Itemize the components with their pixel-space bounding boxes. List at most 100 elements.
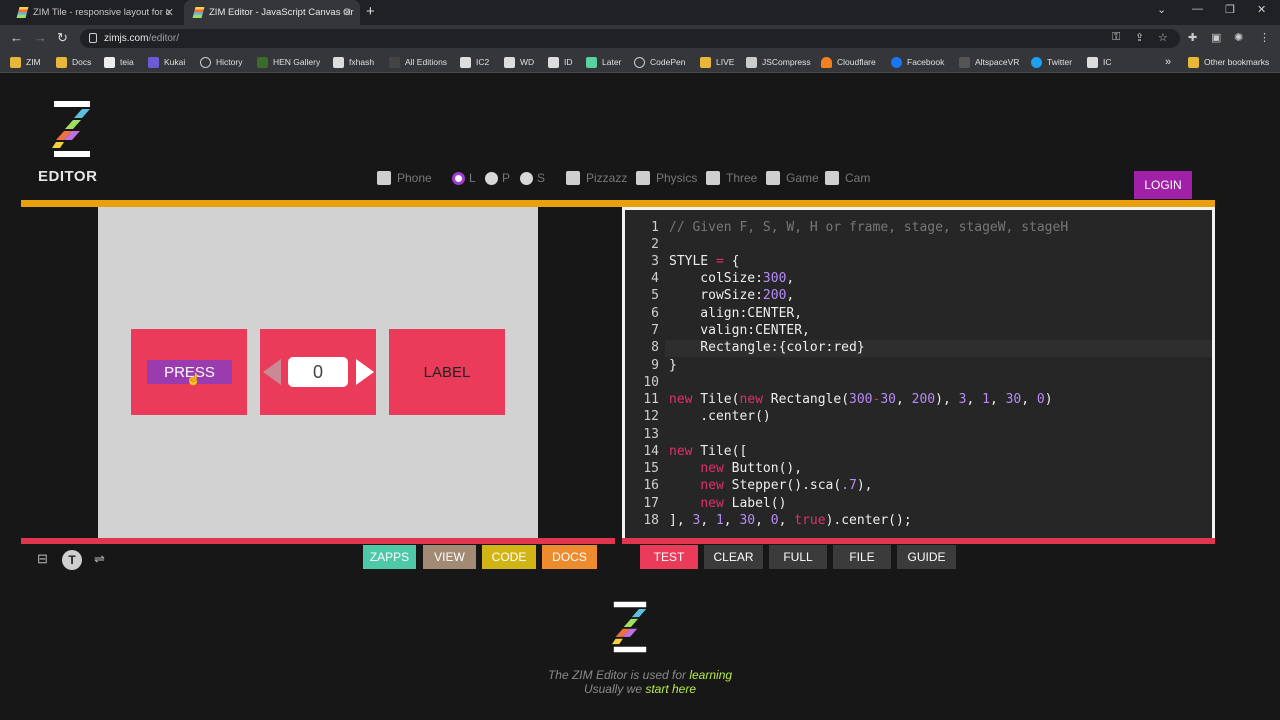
extensions-icon[interactable]: ✚: [1188, 31, 1197, 44]
code-line: align:CENTER,: [669, 306, 803, 321]
editor-logo-text: EDITOR: [38, 168, 98, 185]
zim-footer-logo-icon[interactable]: [612, 600, 648, 654]
more-bookmarks-icon[interactable]: »: [1165, 52, 1171, 72]
word-wrap-icon[interactable]: ⇌: [94, 551, 105, 567]
bookmark-item[interactable]: All Editions: [389, 52, 447, 72]
file-button[interactable]: FILE: [833, 545, 891, 569]
forward-icon[interactable]: →: [34, 30, 47, 45]
bookmark-item[interactable]: CodePen: [634, 52, 685, 72]
bookmark-item[interactable]: ZIM: [10, 52, 41, 72]
stepper-next-arrow-icon[interactable]: [356, 359, 374, 385]
login-button[interactable]: LOGIN: [1134, 171, 1192, 199]
option-square[interactable]: S: [520, 171, 545, 185]
bookmark-item[interactable]: WD: [504, 52, 534, 72]
text-size-icon[interactable]: T: [62, 550, 82, 570]
bookmark-item[interactable]: Facebook: [891, 52, 944, 72]
bookmark-icon: [504, 56, 515, 68]
back-icon[interactable]: ←: [10, 30, 23, 45]
bookmark-star-icon[interactable]: ☆: [1158, 31, 1168, 44]
footer-line-1: The ZIM Editor is used for learning: [0, 668, 1280, 682]
test-button[interactable]: TEST: [640, 545, 698, 569]
code-button[interactable]: CODE: [482, 545, 536, 569]
option-physics[interactable]: Physics: [636, 171, 697, 185]
code-editor[interactable]: 1 2 3 4 5 6 7 8 9 10 11 12 13 14 15 16 1…: [622, 207, 1215, 538]
phone-checkbox[interactable]: [377, 171, 391, 185]
bookmark-item[interactable]: JSCompress: [746, 52, 811, 72]
bookmark-label: Other bookmarks: [1204, 57, 1270, 67]
start-here-link[interactable]: start here: [645, 682, 696, 696]
bookmark-item[interactable]: Kukai: [148, 52, 185, 72]
bookmark-label: HEN Gallery: [273, 57, 321, 67]
bookmark-item[interactable]: ID: [548, 52, 573, 72]
tab-zim-editor[interactable]: ZIM Editor - JavaScript Canvas Or ✕: [184, 0, 360, 25]
zim-logo-icon[interactable]: [52, 101, 92, 157]
bookmark-label: All Editions: [405, 57, 448, 67]
maximize-icon[interactable]: ❐: [1225, 3, 1235, 16]
full-button[interactable]: FULL: [769, 545, 827, 569]
pizzazz-checkbox[interactable]: [566, 171, 580, 185]
docs-button[interactable]: DOCS: [542, 545, 597, 569]
cloudflare-icon: [821, 56, 832, 68]
bookmark-item[interactable]: HEN Gallery: [257, 52, 320, 72]
bookmark-item[interactable]: Cloudflare: [821, 52, 876, 72]
bookmark-label: IC2: [476, 57, 490, 67]
view-button[interactable]: VIEW: [423, 545, 476, 569]
portrait-radio[interactable]: [485, 171, 498, 185]
guide-button[interactable]: GUIDE: [897, 545, 956, 569]
bookmark-item[interactable]: Hictory: [200, 52, 242, 72]
share-icon[interactable]: ⇪: [1135, 31, 1144, 44]
three-checkbox[interactable]: [706, 171, 720, 185]
key-icon[interactable]: ⚿: [1112, 31, 1120, 44]
bookmark-item[interactable]: fxhash: [333, 52, 374, 72]
close-tab-icon[interactable]: ✕: [343, 6, 352, 19]
option-phone[interactable]: Phone: [377, 171, 432, 185]
close-window-icon[interactable]: ✕: [1257, 3, 1266, 16]
line-number: 1: [651, 220, 659, 235]
option-label: Pizzazz: [586, 171, 628, 185]
bookmark-item[interactable]: teia: [104, 52, 134, 72]
option-three[interactable]: Three: [706, 171, 757, 185]
stepper-prev-arrow-icon[interactable]: [263, 359, 281, 385]
option-label: Game: [786, 171, 819, 185]
landscape-radio[interactable]: [452, 171, 465, 185]
url-field[interactable]: zimjs.com/editor/: [80, 29, 1180, 48]
option-game[interactable]: Game: [766, 171, 819, 185]
option-pizzazz[interactable]: Pizzazz: [566, 171, 627, 185]
close-tab-icon[interactable]: ✕: [165, 6, 174, 19]
split-layout-icon[interactable]: ⊟: [37, 551, 48, 567]
menu-icon[interactable]: ⋮: [1259, 31, 1270, 44]
reload-icon[interactable]: ↻: [57, 30, 68, 46]
cam-checkbox[interactable]: [825, 171, 839, 185]
bookmark-item[interactable]: Docs: [56, 52, 91, 72]
line-number: 2: [651, 237, 659, 252]
code-line: .center(): [669, 409, 771, 424]
tab-zim-tile[interactable]: ZIM Tile - responsive layout for c ✕: [8, 0, 182, 25]
zapps-button[interactable]: ZAPPS: [363, 545, 416, 569]
bookmark-item[interactable]: IC: [1087, 52, 1112, 72]
bookmark-item[interactable]: Twitter: [1031, 52, 1072, 72]
globe-icon: [200, 56, 211, 68]
option-portrait[interactable]: P: [485, 171, 510, 185]
tab-search-icon[interactable]: ⌄: [1157, 3, 1166, 16]
bookmark-label: Cloudflare: [837, 57, 876, 67]
game-checkbox[interactable]: [766, 171, 780, 185]
bookmark-item[interactable]: Later: [586, 52, 621, 72]
new-tab-icon[interactable]: +: [366, 3, 375, 20]
bookmark-item[interactable]: AltspaceVR: [959, 52, 1019, 72]
code-line: new Label(): [700, 496, 787, 511]
code-line: new Tile([: [669, 444, 748, 459]
profile-icon[interactable]: ✺: [1234, 31, 1243, 44]
bookmark-item[interactable]: IC2: [460, 52, 489, 72]
line-number: 4: [651, 271, 659, 286]
option-cam[interactable]: Cam: [825, 171, 870, 185]
other-bookmarks[interactable]: Other bookmarks: [1188, 52, 1269, 72]
learning-link[interactable]: learning: [689, 668, 732, 682]
option-landscape[interactable]: L: [452, 171, 476, 185]
square-radio[interactable]: [520, 171, 533, 185]
minimize-icon[interactable]: —: [1192, 3, 1203, 15]
sidebar-icon[interactable]: ▣: [1211, 31, 1221, 44]
line-number: 16: [643, 478, 659, 493]
clear-button[interactable]: CLEAR: [704, 545, 763, 569]
physics-checkbox[interactable]: [636, 171, 650, 185]
bookmark-item[interactable]: LIVE: [700, 52, 734, 72]
